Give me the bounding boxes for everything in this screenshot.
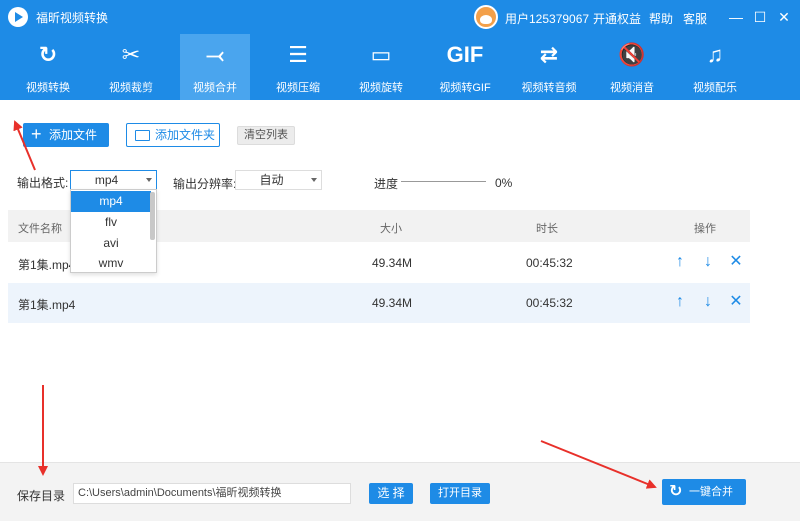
- minimize-button[interactable]: —: [727, 8, 745, 26]
- tool-label: 视频转换: [26, 82, 70, 94]
- add-file-label: 添加文件: [49, 128, 98, 142]
- row-file-name: 第1集.mp4: [18, 258, 76, 272]
- move-down-icon[interactable]: ↓: [700, 293, 716, 311]
- remove-icon[interactable]: ✕: [728, 253, 744, 271]
- header-file-name: 文件名称: [18, 223, 62, 235]
- user-name[interactable]: 用户125379067: [505, 10, 589, 27]
- remove-icon[interactable]: ✕: [728, 293, 744, 311]
- shuffle-icon: ⇄: [539, 42, 559, 67]
- chevron-down-icon: [311, 178, 317, 182]
- add-file-button[interactable]: + 添加文件: [23, 123, 109, 147]
- table-row[interactable]: 第1集.mp4 49.34M 00:45:32 ↑ ↓ ✕: [8, 283, 750, 323]
- format-dropdown-list: mp4 flv avi wmv: [70, 189, 157, 273]
- merge-label: 一键合并: [689, 486, 733, 498]
- merge-button[interactable]: ↻ 一键合并: [662, 479, 746, 505]
- choose-dir-button[interactable]: 选 择: [369, 483, 413, 504]
- header-size: 大小: [380, 223, 402, 235]
- refresh-icon: ↻: [669, 483, 683, 500]
- bottom-bar: 保存目录 C:\Users\admin\Documents\福昕视频转换 选 择…: [0, 462, 800, 521]
- output-format-select[interactable]: mp4: [70, 170, 157, 190]
- plus-icon: +: [31, 124, 42, 144]
- tool-label: 视频旋转: [359, 82, 403, 94]
- tool-label: 视频转音频: [521, 82, 577, 94]
- header-duration: 时长: [536, 223, 558, 235]
- folder-icon: [135, 130, 150, 141]
- music-note-icon: ♫: [706, 42, 724, 67]
- tool-label: 视频合并: [193, 82, 237, 94]
- row-size: 49.34M: [372, 296, 413, 310]
- tool-video-merge[interactable]: ⤙ 视频合并: [180, 34, 250, 100]
- output-resolution-select[interactable]: 自动: [235, 170, 322, 190]
- tool-video-to-audio[interactable]: ⇄ 视频转音频: [508, 34, 590, 100]
- tool-label: 视频配乐: [693, 82, 737, 94]
- maximize-button[interactable]: ☐: [751, 8, 769, 26]
- dropdown-scrollbar[interactable]: [150, 192, 155, 240]
- user-avatar[interactable]: [474, 5, 498, 29]
- title-bar: 福昕视频转换 用户125379067 开通权益 帮助 客服 — ☐ ✕: [0, 0, 800, 34]
- row-duration: 00:45:32: [526, 296, 573, 310]
- tool-video-trim[interactable]: ✂ 视频裁剪: [90, 34, 172, 100]
- move-up-icon[interactable]: ↑: [672, 253, 688, 271]
- output-resolution-label: 输出分辨率:: [173, 177, 237, 191]
- tool-video-convert[interactable]: ↻ 视频转换: [7, 34, 89, 100]
- tool-video-compress[interactable]: ☰ 视频压缩: [257, 34, 339, 100]
- progress-percent: 0%: [495, 176, 513, 190]
- row-duration: 00:45:32: [526, 256, 573, 270]
- compress-icon: ☰: [288, 42, 308, 67]
- upgrade-link[interactable]: 开通权益: [593, 10, 641, 27]
- format-option-flv[interactable]: flv: [71, 212, 151, 233]
- save-dir-label: 保存目录: [17, 489, 66, 503]
- chevron-down-icon: [146, 178, 152, 182]
- format-option-mp4[interactable]: mp4: [71, 191, 151, 212]
- close-button[interactable]: ✕: [775, 8, 793, 26]
- tool-video-mute[interactable]: 🔇 视频消音: [591, 34, 673, 100]
- merge-icon: ⤙: [206, 42, 224, 67]
- mute-icon: 🔇: [618, 42, 646, 67]
- refresh-icon: ↻: [38, 42, 58, 67]
- format-option-avi[interactable]: avi: [71, 233, 151, 254]
- tool-video-rotate[interactable]: ▭ 视频旋转: [340, 34, 422, 100]
- add-folder-button[interactable]: 添加文件夹: [126, 123, 220, 147]
- row-file-name: 第1集.mp4: [18, 298, 76, 312]
- tool-label: 视频消音: [610, 82, 654, 94]
- output-format-label: 输出格式:: [17, 176, 69, 190]
- help-link[interactable]: 帮助: [649, 10, 673, 27]
- move-up-icon[interactable]: ↑: [672, 293, 688, 311]
- scissors-icon: ✂: [121, 42, 141, 67]
- clear-list-button[interactable]: 清空列表: [237, 126, 295, 145]
- support-link[interactable]: 客服: [683, 10, 707, 27]
- progress-label: 进度: [374, 177, 399, 191]
- rotate-icon: ▭: [370, 42, 392, 67]
- tool-label: 视频裁剪: [109, 82, 153, 94]
- tool-video-music[interactable]: ♫ 视频配乐: [674, 34, 756, 100]
- tool-bar: ↻ 视频转换 ✂ 视频裁剪 ⤙ 视频合并 ☰ 视频压缩 ▭ 视频旋转 GIF 视…: [0, 34, 800, 100]
- header-actions: 操作: [694, 223, 716, 235]
- app-title: 福昕视频转换: [36, 11, 109, 25]
- output-resolution-value: 自动: [259, 173, 284, 187]
- open-dir-button[interactable]: 打开目录: [430, 483, 490, 504]
- save-dir-field[interactable]: C:\Users\admin\Documents\福昕视频转换: [73, 483, 351, 504]
- progress-bar: [401, 181, 486, 182]
- app-logo-icon: [8, 7, 28, 27]
- output-format-value: mp4: [94, 173, 119, 187]
- move-down-icon[interactable]: ↓: [700, 253, 716, 271]
- add-folder-label: 添加文件夹: [155, 128, 216, 142]
- row-size: 49.34M: [372, 256, 413, 270]
- format-option-wmv[interactable]: wmv: [71, 253, 151, 274]
- gif-icon: GIF: [446, 42, 484, 67]
- tool-label: 视频转GIF: [439, 82, 491, 94]
- tool-label: 视频压缩: [276, 82, 320, 94]
- tool-video-to-gif[interactable]: GIF 视频转GIF: [424, 34, 506, 100]
